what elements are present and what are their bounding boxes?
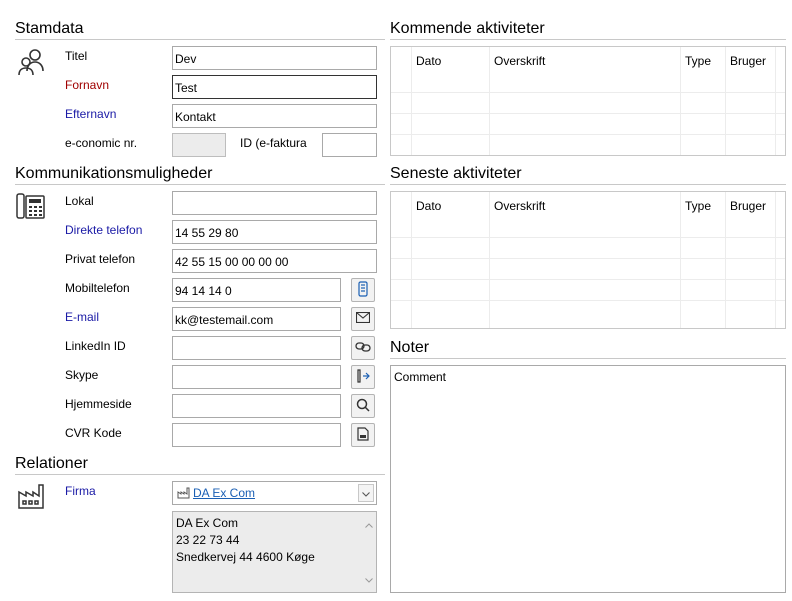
kommende-title: Kommende aktiviteter — [390, 20, 545, 37]
desk-phone-icon — [16, 192, 46, 223]
seneste-col-overskrift[interactable]: Overskrift — [489, 192, 680, 220]
titel-label: Titel — [65, 49, 88, 63]
efaktura-input[interactable] — [322, 133, 377, 157]
envelope-icon — [355, 311, 371, 326]
email-label: E-mail — [65, 310, 100, 324]
firma-address-box: DA Ex Com 23 22 73 44 Snedkervej 44 4600… — [172, 511, 377, 593]
mobiltelefon-input[interactable]: 94 14 14 0 — [172, 278, 341, 302]
kommende-divider — [390, 39, 786, 40]
scroll-up-icon[interactable] — [365, 516, 373, 533]
stamdata-divider — [15, 39, 385, 40]
send-email-button[interactable] — [351, 307, 375, 331]
noter-divider — [390, 358, 786, 359]
relationer-title: Relationer — [15, 455, 88, 472]
seneste-col-bruger[interactable]: Bruger — [725, 192, 775, 220]
kommende-col-type[interactable]: Type — [680, 47, 725, 75]
fornavn-label: Fornavn — [65, 78, 110, 92]
seneste-col-dato[interactable]: Dato — [411, 192, 489, 220]
hjemmeside-label: Hjemmeside — [65, 397, 132, 411]
skype-call-button[interactable] — [351, 365, 375, 389]
mobile-phone-icon — [357, 280, 369, 300]
open-website-button[interactable] — [351, 394, 375, 418]
chain-link-icon — [355, 341, 371, 356]
hjemmeside-input[interactable] — [172, 394, 341, 418]
economic-input[interactable] — [172, 133, 226, 157]
seneste-title: Seneste aktiviteter — [390, 165, 522, 182]
address-line-3: Snedkervej 44 4600 Køge — [176, 550, 315, 564]
people-icon — [16, 47, 46, 80]
kommende-col-overskrift[interactable]: Overskrift — [489, 47, 680, 75]
linkedin-input[interactable] — [172, 336, 341, 360]
direkte-telefon-label: Direkte telefon — [65, 223, 143, 237]
cvr-lookup-button[interactable] — [351, 423, 375, 447]
chevron-down-icon — [362, 486, 370, 500]
address-line-1: DA Ex Com — [176, 516, 239, 530]
lokal-label: Lokal — [65, 194, 94, 208]
factory-small-icon — [177, 487, 190, 502]
direkte-telefon-input[interactable]: 14 55 29 80 — [172, 220, 377, 244]
firma-link[interactable]: DA Ex Com — [193, 486, 255, 500]
cvr-kode-label: CVR Kode — [65, 426, 122, 440]
mobile-phone-button[interactable] — [351, 278, 375, 302]
kommende-col-dato[interactable]: Dato — [411, 47, 489, 75]
skype-label: Skype — [65, 368, 99, 382]
kommende-col-bruger[interactable]: Bruger — [725, 47, 775, 75]
mobiltelefon-label: Mobiltelefon — [65, 281, 130, 295]
seneste-col-type[interactable]: Type — [680, 192, 725, 220]
titel-input[interactable]: Dev — [172, 46, 377, 70]
stamdata-title: Stamdata — [15, 20, 84, 37]
scroll-down-icon[interactable] — [365, 571, 373, 588]
phone-forward-icon — [355, 368, 371, 386]
relationer-divider — [15, 474, 385, 475]
email-input[interactable]: kk@testemail.com — [172, 307, 341, 331]
seneste-table[interactable]: Dato Overskrift Type Bruger — [390, 191, 786, 329]
skype-input[interactable] — [172, 365, 341, 389]
cvr-kode-input[interactable] — [172, 423, 341, 447]
lokal-input[interactable] — [172, 191, 377, 215]
privat-telefon-input[interactable]: 42 55 15 00 00 00 00 — [172, 249, 377, 273]
noter-title: Noter — [390, 339, 430, 356]
address-line-2: 23 22 73 44 — [176, 533, 240, 547]
kommunikation-divider — [15, 184, 385, 185]
kommunikation-title: Kommunikationsmuligheder — [15, 165, 213, 182]
linkedin-label: LinkedIn ID — [65, 339, 126, 353]
privat-telefon-label: Privat telefon — [65, 252, 136, 266]
firma-label: Firma — [65, 484, 96, 498]
fornavn-input[interactable]: Test — [172, 75, 377, 99]
efternavn-label: Efternavn — [65, 107, 117, 121]
notes-textarea[interactable]: Comment — [390, 365, 786, 593]
efternavn-input[interactable]: Kontakt — [172, 104, 377, 128]
firma-dropdown-button[interactable] — [358, 484, 374, 502]
efaktura-label: ID (e-faktura — [240, 136, 307, 150]
seneste-divider — [390, 184, 786, 185]
firma-select[interactable]: DA Ex Com — [172, 481, 377, 505]
factory-icon — [17, 482, 45, 513]
linkedin-link-button[interactable] — [351, 336, 375, 360]
economic-label: e-conomic nr. — [65, 136, 138, 150]
document-icon — [357, 426, 369, 444]
magnifier-icon — [356, 398, 370, 415]
kommende-table[interactable]: Dato Overskrift Type Bruger — [390, 46, 786, 156]
